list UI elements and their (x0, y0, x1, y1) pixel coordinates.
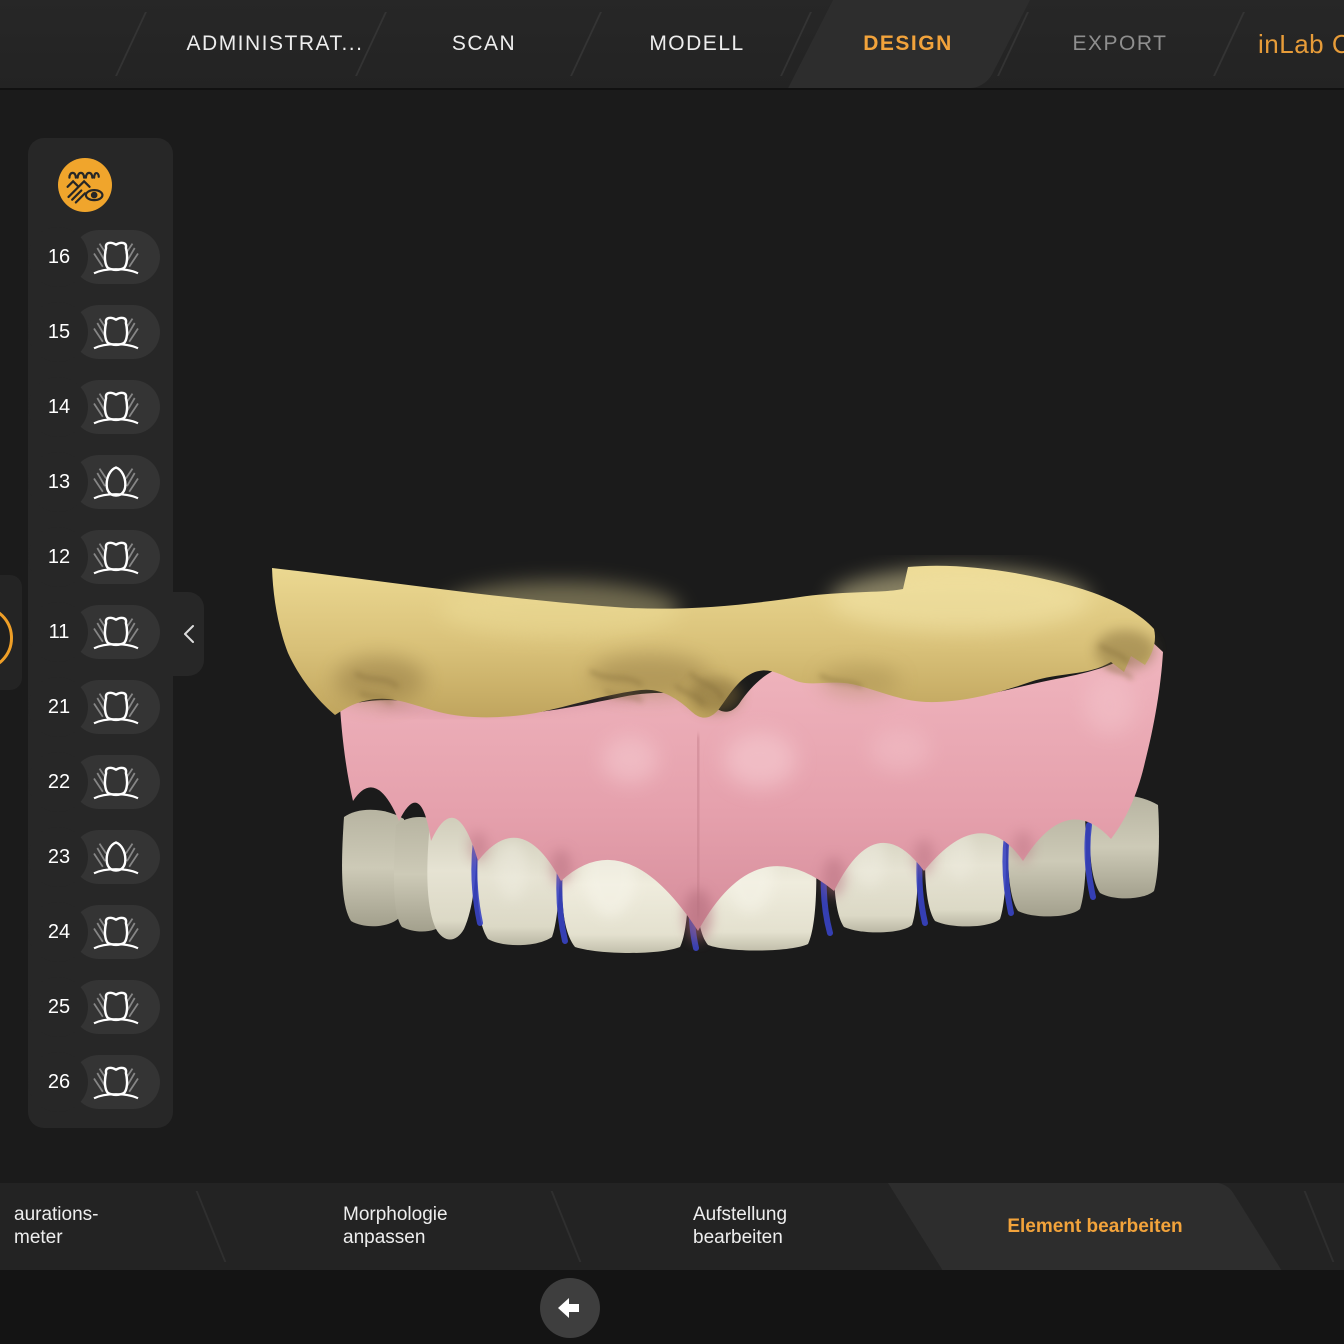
tooth-row-25: 25 (28, 970, 173, 1045)
tooth-outline-icon (88, 912, 144, 956)
tooth-row-13: 13 (28, 445, 173, 520)
tooth-outline-icon (88, 612, 144, 656)
tooth-outline-icon (88, 687, 144, 731)
tooth-outline-icon (88, 387, 144, 431)
tooth-row-14: 14 (28, 370, 173, 445)
toolbar-separator (1304, 1191, 1335, 1262)
tab-export[interactable]: EXPORT (1020, 0, 1220, 88)
nav-separator (115, 12, 147, 76)
tooth-row-16: 16 (28, 220, 173, 295)
back-button[interactable] (540, 1278, 600, 1338)
tooth-outline-icon (88, 237, 144, 281)
step-toolbar: aurations- meter Morphologie anpassen Au… (0, 1183, 1344, 1270)
tooth-row-24: 24 (28, 895, 173, 970)
step-label-line1: Morphologie (343, 1203, 448, 1226)
tooth-row-21: 21 (28, 670, 173, 745)
tooth-row-23: 23 (28, 820, 173, 895)
back-arrow-icon (557, 1297, 583, 1319)
tooth-outline-icon (88, 1062, 144, 1106)
step-label-line2: anpassen (343, 1226, 448, 1249)
tooth-outline-icon (88, 762, 144, 806)
tooth-number: 25 (34, 970, 84, 1045)
step-restaurationsparameter[interactable]: aurations- meter (14, 1203, 99, 1249)
tooth-number: 23 (34, 820, 84, 895)
step-label-line2: bearbeiten (693, 1226, 787, 1249)
tooth-number: 13 (34, 445, 84, 520)
tab-administration[interactable]: ADMINISTRAT... (155, 0, 395, 88)
tooth-outline-icon (88, 312, 144, 356)
teeth-visibility-button[interactable] (58, 158, 112, 212)
tooth-number: 11 (34, 595, 84, 670)
step-label-line1: aurations- (14, 1203, 99, 1226)
chevron-left-icon (183, 624, 195, 644)
tooth-number: 15 (34, 295, 84, 370)
tooth-number: 14 (34, 370, 84, 445)
tooth-row-12: 12 (28, 520, 173, 595)
tab-design[interactable]: DESIGN (808, 0, 1008, 88)
tooth-number: 21 (34, 670, 84, 745)
app-logo: inLab C (1258, 0, 1344, 88)
tooth-row-15: 15 (28, 295, 173, 370)
phase-nav-bar: ADMINISTRAT... SCAN MODELL DESIGN EXPORT… (0, 0, 1344, 88)
step-morphologie-anpassen[interactable]: Morphologie anpassen (343, 1203, 448, 1249)
sidebar-collapse-button[interactable] (173, 592, 204, 676)
step-label-line1: Aufstellung (693, 1203, 787, 1226)
step-element-bearbeiten[interactable]: Element bearbeiten (930, 1183, 1260, 1270)
teeth-visibility-icon (63, 163, 107, 207)
step-aufstellung-bearbeiten[interactable]: Aufstellung bearbeiten (693, 1203, 787, 1249)
tab-scan[interactable]: SCAN (384, 0, 584, 88)
tooth-row-11: 11 (28, 595, 173, 670)
toolbar-separator (196, 1191, 227, 1262)
tooth-number: 16 (34, 220, 84, 295)
tooth-outline-icon (88, 837, 144, 881)
3d-model-viewport[interactable] (260, 555, 1170, 965)
tooth-number: 26 (34, 1045, 84, 1120)
toolbar-separator (551, 1191, 582, 1262)
step-label-line2: meter (14, 1226, 99, 1249)
tooth-number: 22 (34, 745, 84, 820)
tooth-row-26: 26 (28, 1045, 173, 1120)
tooth-outline-icon (88, 537, 144, 581)
tooth-row-22: 22 (28, 745, 173, 820)
footer-strip (0, 1270, 1344, 1344)
tab-modell[interactable]: MODELL (597, 0, 797, 88)
tooth-outline-icon (88, 987, 144, 1031)
tooth-number: 24 (34, 895, 84, 970)
tooth-outline-icon (88, 462, 144, 506)
tooth-number: 12 (34, 520, 84, 595)
